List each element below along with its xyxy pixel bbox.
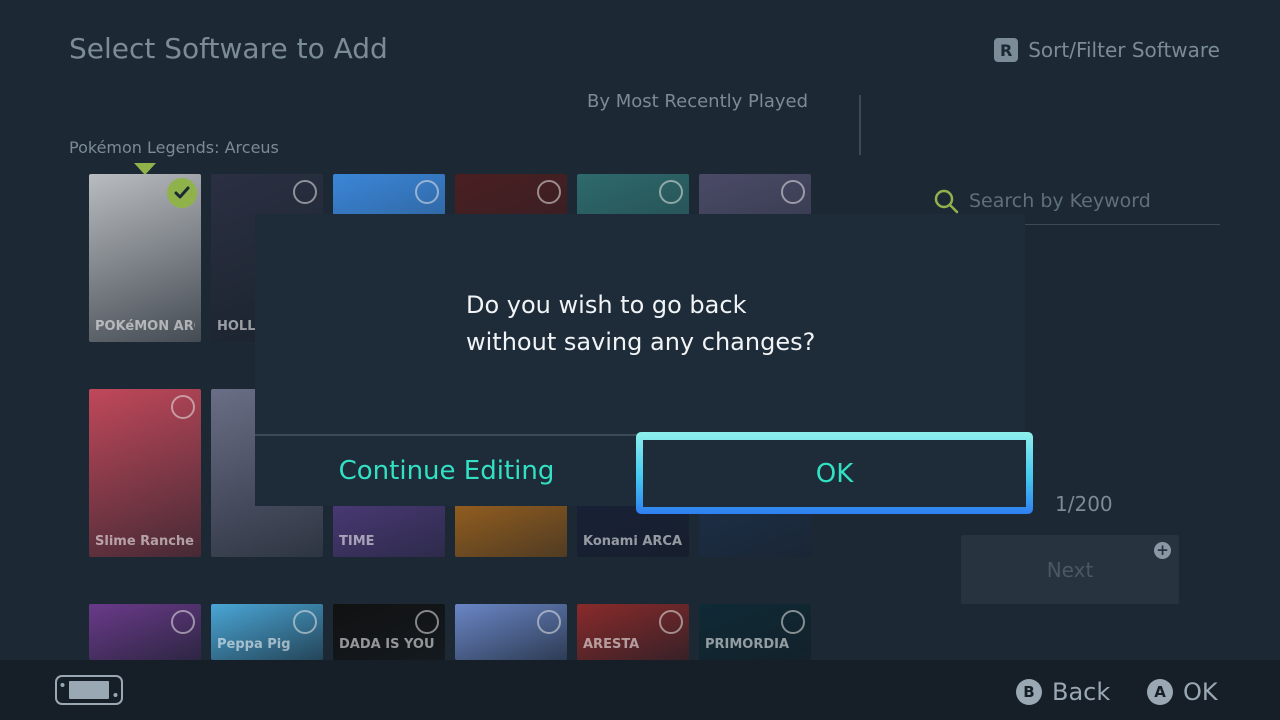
unchecked-circle-icon — [537, 610, 561, 634]
footer-back-button[interactable]: B Back — [1016, 678, 1110, 706]
software-tile-title: Konami ARCADE — [583, 534, 683, 549]
software-tile-title: POKéMON ARCEUS — [95, 319, 195, 334]
console-icon — [55, 675, 123, 705]
unchecked-circle-icon — [659, 180, 683, 204]
dialog-message-line-1: Do you wish to go back — [466, 291, 747, 319]
software-tile-title: PRIMORDIA — [705, 637, 790, 652]
page-title: Select Software to Add — [69, 32, 388, 65]
software-tile-title: TIME — [339, 534, 375, 549]
unchecked-circle-icon — [781, 610, 805, 634]
checkmark-icon — [167, 178, 197, 208]
software-tile[interactable]: Peppa Pig — [211, 604, 323, 660]
selected-software-name: Pokémon Legends: Arceus — [69, 138, 279, 157]
unchecked-circle-icon — [171, 610, 195, 634]
unchecked-circle-icon — [293, 180, 317, 204]
software-tile[interactable]: POKéMON ARCEUS — [89, 174, 201, 342]
a-button-icon: A — [1147, 679, 1173, 705]
screen: Select Software to Add R Sort/Filter Sof… — [0, 0, 1280, 720]
software-tile-title: Peppa Pig — [217, 637, 291, 652]
dialog-message: Do you wish to go back without saving an… — [466, 287, 815, 361]
software-tile[interactable] — [455, 604, 567, 660]
ok-button[interactable]: OK — [636, 432, 1033, 514]
software-tile-title: ARESTA — [583, 637, 640, 652]
footer-ok-label: OK — [1183, 678, 1218, 706]
dialog-message-line-2: without saving any changes? — [466, 328, 816, 356]
unchecked-circle-icon — [659, 610, 683, 634]
unchecked-circle-icon — [415, 180, 439, 204]
ok-button-label: OK — [643, 440, 1026, 507]
footer-bar: B Back A OK — [0, 660, 1280, 720]
r-button-icon: R — [994, 38, 1019, 62]
software-tile[interactable]: DADA IS YOU — [333, 604, 445, 660]
software-tile-title: DADA IS YOU — [339, 637, 435, 652]
software-tile[interactable]: PRIMORDIA — [699, 604, 811, 660]
confirm-dialog: Do you wish to go back without saving an… — [255, 214, 1033, 514]
unchecked-circle-icon — [781, 180, 805, 204]
unchecked-circle-icon — [293, 610, 317, 634]
footer-back-label: Back — [1052, 678, 1111, 706]
software-tile[interactable]: ARESTA — [577, 604, 689, 660]
software-tile-title: Slime Rancher — [95, 534, 195, 549]
unchecked-circle-icon — [415, 610, 439, 634]
b-button-icon: B — [1016, 679, 1042, 705]
search-placeholder: Search by Keyword — [969, 190, 1151, 212]
next-label: Next — [1046, 557, 1094, 582]
software-tile[interactable]: Slime Rancher — [89, 389, 201, 557]
continue-editing-button[interactable]: Continue Editing — [255, 436, 638, 506]
unchecked-circle-icon — [537, 180, 561, 204]
search-icon — [934, 189, 959, 214]
vertical-divider — [859, 95, 861, 155]
sort-filter-label: Sort/Filter Software — [1028, 38, 1220, 62]
software-tile[interactable] — [89, 604, 201, 660]
unchecked-circle-icon — [171, 395, 195, 419]
page-count: 1/200 — [1055, 492, 1113, 516]
plus-icon: + — [1154, 542, 1171, 559]
next-button[interactable]: Next + — [961, 535, 1179, 604]
footer-ok-button[interactable]: A OK — [1147, 678, 1218, 706]
sort-mode-label: By Most Recently Played — [587, 91, 809, 112]
sort-filter-button[interactable]: R Sort/Filter Software — [994, 38, 1220, 62]
